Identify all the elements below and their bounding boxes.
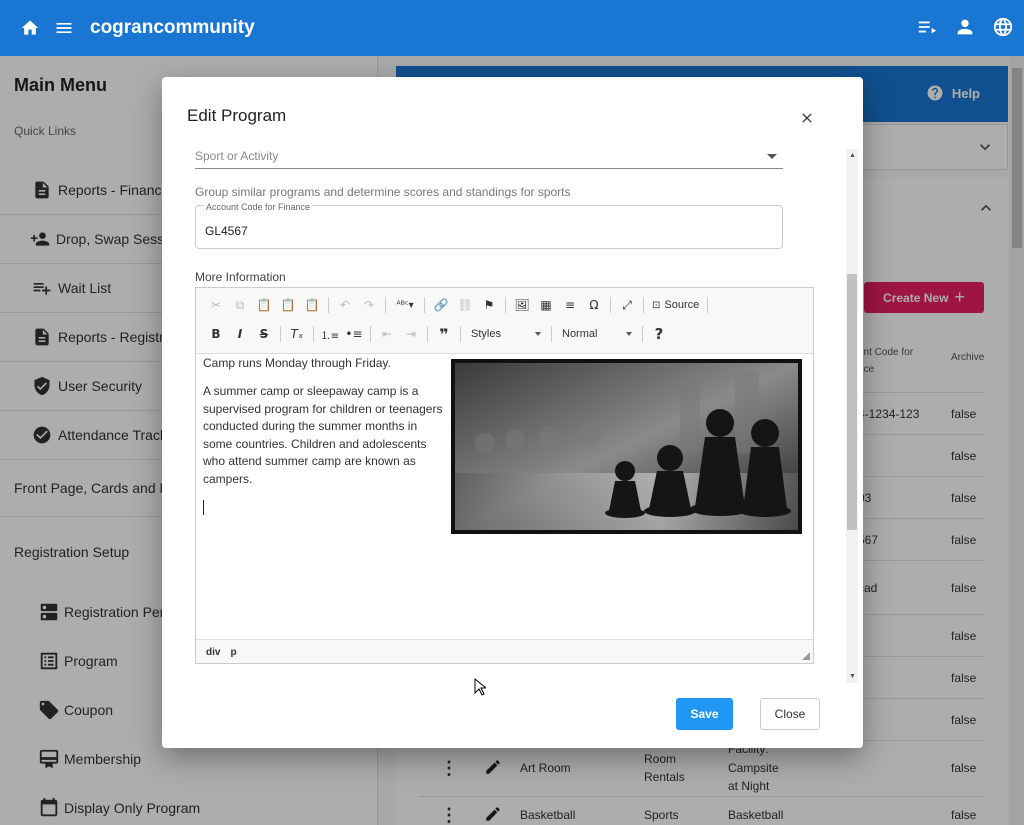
sport-activity-placeholder: Sport or Activity (195, 149, 279, 163)
bulleted-list-icon[interactable]: •≡ (342, 322, 366, 346)
paste-icon[interactable]: 📋 (252, 293, 276, 317)
strikethrough-icon[interactable]: S (252, 322, 276, 346)
menu-icon[interactable] (54, 18, 74, 38)
unlink-icon[interactable]: ⛓ (453, 293, 477, 317)
element-path-p[interactable]: p (230, 647, 236, 658)
source-label: Source (664, 299, 700, 311)
globe-icon[interactable] (992, 16, 1014, 38)
editor-content[interactable]: Camp runs Monday through Friday. A summe… (196, 354, 813, 639)
bold-icon[interactable]: B (204, 322, 228, 346)
copy-icon[interactable]: ⧉ (228, 293, 252, 317)
dropdown-arrow-icon (535, 332, 541, 336)
chess-pieces-image[interactable] (451, 359, 802, 534)
more-info-label: More Information (195, 270, 286, 284)
special-char-icon[interactable]: Ω (582, 293, 606, 317)
horizontal-line-icon[interactable]: ≡ (558, 293, 582, 317)
indent-icon[interactable]: ⇥ (399, 322, 423, 346)
italic-icon[interactable]: I (228, 322, 252, 346)
dialog-title: Edit Program (187, 106, 287, 125)
dialog-scrollbar[interactable]: ▲ ▼ (846, 149, 858, 683)
app-title: cograncommunity (90, 17, 255, 38)
text-caret (203, 500, 204, 515)
spellcheck-icon[interactable]: ᴬᴮᶜ▾ (390, 293, 420, 317)
content-paragraph: A summer camp or sleepaway camp is a sup… (203, 384, 443, 486)
undo-icon[interactable]: ↶ (333, 293, 357, 317)
styles-label: Styles (471, 328, 501, 340)
format-dropdown[interactable]: Normal (558, 325, 636, 343)
maximize-icon[interactable]: ⤢ (615, 293, 639, 317)
close-icon[interactable] (799, 110, 815, 126)
remove-format-icon[interactable]: Tₓ (285, 322, 309, 346)
account-code-label: Account Code for Finance (204, 202, 313, 212)
account-icon[interactable] (954, 16, 976, 38)
styles-dropdown[interactable]: Styles (467, 325, 545, 343)
content-paragraph: Camp runs Monday through Friday. (203, 356, 391, 370)
paste-text-icon[interactable]: 📋 (276, 293, 300, 317)
account-code-value[interactable]: GL4567 (205, 224, 248, 238)
resize-grip-icon[interactable] (802, 652, 810, 660)
source-icon: ⊡ (652, 299, 661, 311)
editor-status-bar: div p (196, 639, 813, 663)
anchor-flag-icon[interactable]: ⚑ (477, 293, 501, 317)
paste-word-icon[interactable]: 📋 (300, 293, 324, 317)
dropdown-arrow-icon (767, 154, 777, 159)
account-code-field[interactable]: Account Code for Finance GL4567 (195, 202, 783, 249)
redo-icon[interactable]: ↷ (357, 293, 381, 317)
link-icon[interactable]: 🔗 (429, 293, 453, 317)
cut-icon[interactable]: ✂ (204, 293, 228, 317)
table-icon[interactable]: ▦ (534, 293, 558, 317)
image-icon[interactable]: 🖼 (510, 293, 534, 317)
queue-list-icon[interactable] (916, 16, 938, 38)
app-bar: cograncommunity (0, 0, 1024, 56)
save-button[interactable]: Save (676, 698, 733, 730)
sport-hint-text: Group similar programs and determine sco… (195, 185, 571, 199)
close-button[interactable]: Close (760, 698, 820, 730)
edit-program-dialog: Edit Program ▲ ▼ Sport or Activity Group… (162, 77, 863, 748)
element-path-div[interactable]: div (206, 647, 220, 658)
mouse-cursor-icon (474, 678, 486, 696)
editor-toolbar: ✂ ⧉ 📋 📋 📋 ↶ ↷ ᴬᴮᶜ▾ 🔗 ⛓ ⚑ 🖼 ▦ ≡ Ω ⤢ ⊡ Sou… (196, 288, 813, 354)
format-label: Normal (562, 328, 598, 340)
home-icon[interactable] (20, 18, 40, 38)
outdent-icon[interactable]: ⇤ (375, 322, 399, 346)
dropdown-arrow-icon (626, 332, 632, 336)
blockquote-icon[interactable]: ❞ (432, 322, 456, 346)
source-button[interactable]: ⊡ Source (648, 299, 703, 311)
numbered-list-icon[interactable]: ⒈≡ (318, 322, 342, 346)
sport-activity-select[interactable]: Sport or Activity (195, 143, 783, 169)
help-icon[interactable]: ? (647, 322, 671, 346)
rich-text-editor: ✂ ⧉ 📋 📋 📋 ↶ ↷ ᴬᴮᶜ▾ 🔗 ⛓ ⚑ 🖼 ▦ ≡ Ω ⤢ ⊡ Sou… (195, 287, 814, 664)
